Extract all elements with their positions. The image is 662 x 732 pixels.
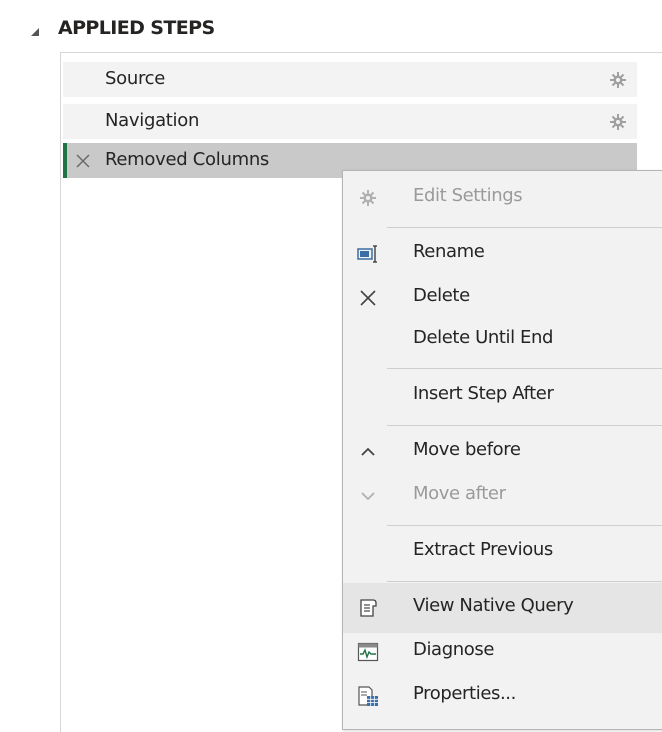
section-title: APPLIED STEPS: [58, 17, 215, 39]
menu-item-properties[interactable]: Properties...: [343, 671, 662, 721]
selected-accent-bar: [63, 143, 67, 178]
gear-icon: [360, 190, 376, 206]
menu-item-move-before[interactable]: Move before: [343, 427, 662, 477]
chevron-up-icon: [361, 447, 375, 456]
menu-item-diagnose[interactable]: Diagnose: [343, 627, 662, 677]
step-item-source[interactable]: Source: [63, 62, 637, 97]
menu-item-extract-previous[interactable]: Extract Previous: [343, 527, 662, 577]
menu-label: Edit Settings: [413, 185, 523, 206]
properties-icon: [358, 686, 378, 706]
menu-item-insert-step-after[interactable]: Insert Step After: [343, 371, 662, 421]
menu-label: Insert Step After: [413, 383, 554, 404]
menu-label: Move after: [413, 483, 506, 504]
delete-step-icon[interactable]: [75, 153, 91, 169]
rename-icon: [357, 245, 377, 263]
applied-steps-header[interactable]: APPLIED STEPS: [0, 0, 662, 60]
menu-separator: [387, 368, 662, 369]
menu-item-move-after[interactable]: Move after: [343, 471, 662, 521]
menu-label: Properties...: [413, 683, 516, 704]
menu-separator: [387, 525, 662, 526]
menu-item-view-native-query[interactable]: View Native Query: [343, 583, 662, 633]
menu-label: Move before: [413, 439, 521, 460]
menu-label: Rename: [413, 241, 485, 262]
collapse-triangle-icon[interactable]: [30, 26, 42, 38]
menu-separator: [387, 581, 662, 582]
script-icon: [360, 599, 377, 617]
menu-label: Extract Previous: [413, 539, 553, 560]
menu-separator: [387, 227, 662, 228]
chevron-down-icon: [361, 492, 375, 501]
step-label: Removed Columns: [105, 149, 270, 170]
step-item-navigation[interactable]: Navigation: [63, 104, 637, 139]
context-menu: Edit Settings Rename Delete Delete Until…: [342, 170, 662, 730]
menu-label: Diagnose: [413, 639, 494, 660]
menu-label: View Native Query: [413, 595, 574, 616]
diagnose-icon: [357, 642, 379, 662]
step-label: Source: [105, 68, 166, 89]
menu-item-delete-until-end[interactable]: Delete Until End: [343, 315, 662, 365]
step-label: Navigation: [105, 110, 200, 131]
menu-label: Delete: [413, 285, 470, 306]
menu-item-edit-settings[interactable]: Edit Settings: [343, 173, 662, 223]
menu-label: Delete Until End: [413, 327, 554, 348]
menu-item-rename[interactable]: Rename: [343, 229, 662, 279]
delete-icon: [360, 290, 376, 306]
gear-icon[interactable]: [609, 113, 627, 131]
menu-separator: [387, 425, 662, 426]
gear-icon[interactable]: [609, 71, 627, 89]
